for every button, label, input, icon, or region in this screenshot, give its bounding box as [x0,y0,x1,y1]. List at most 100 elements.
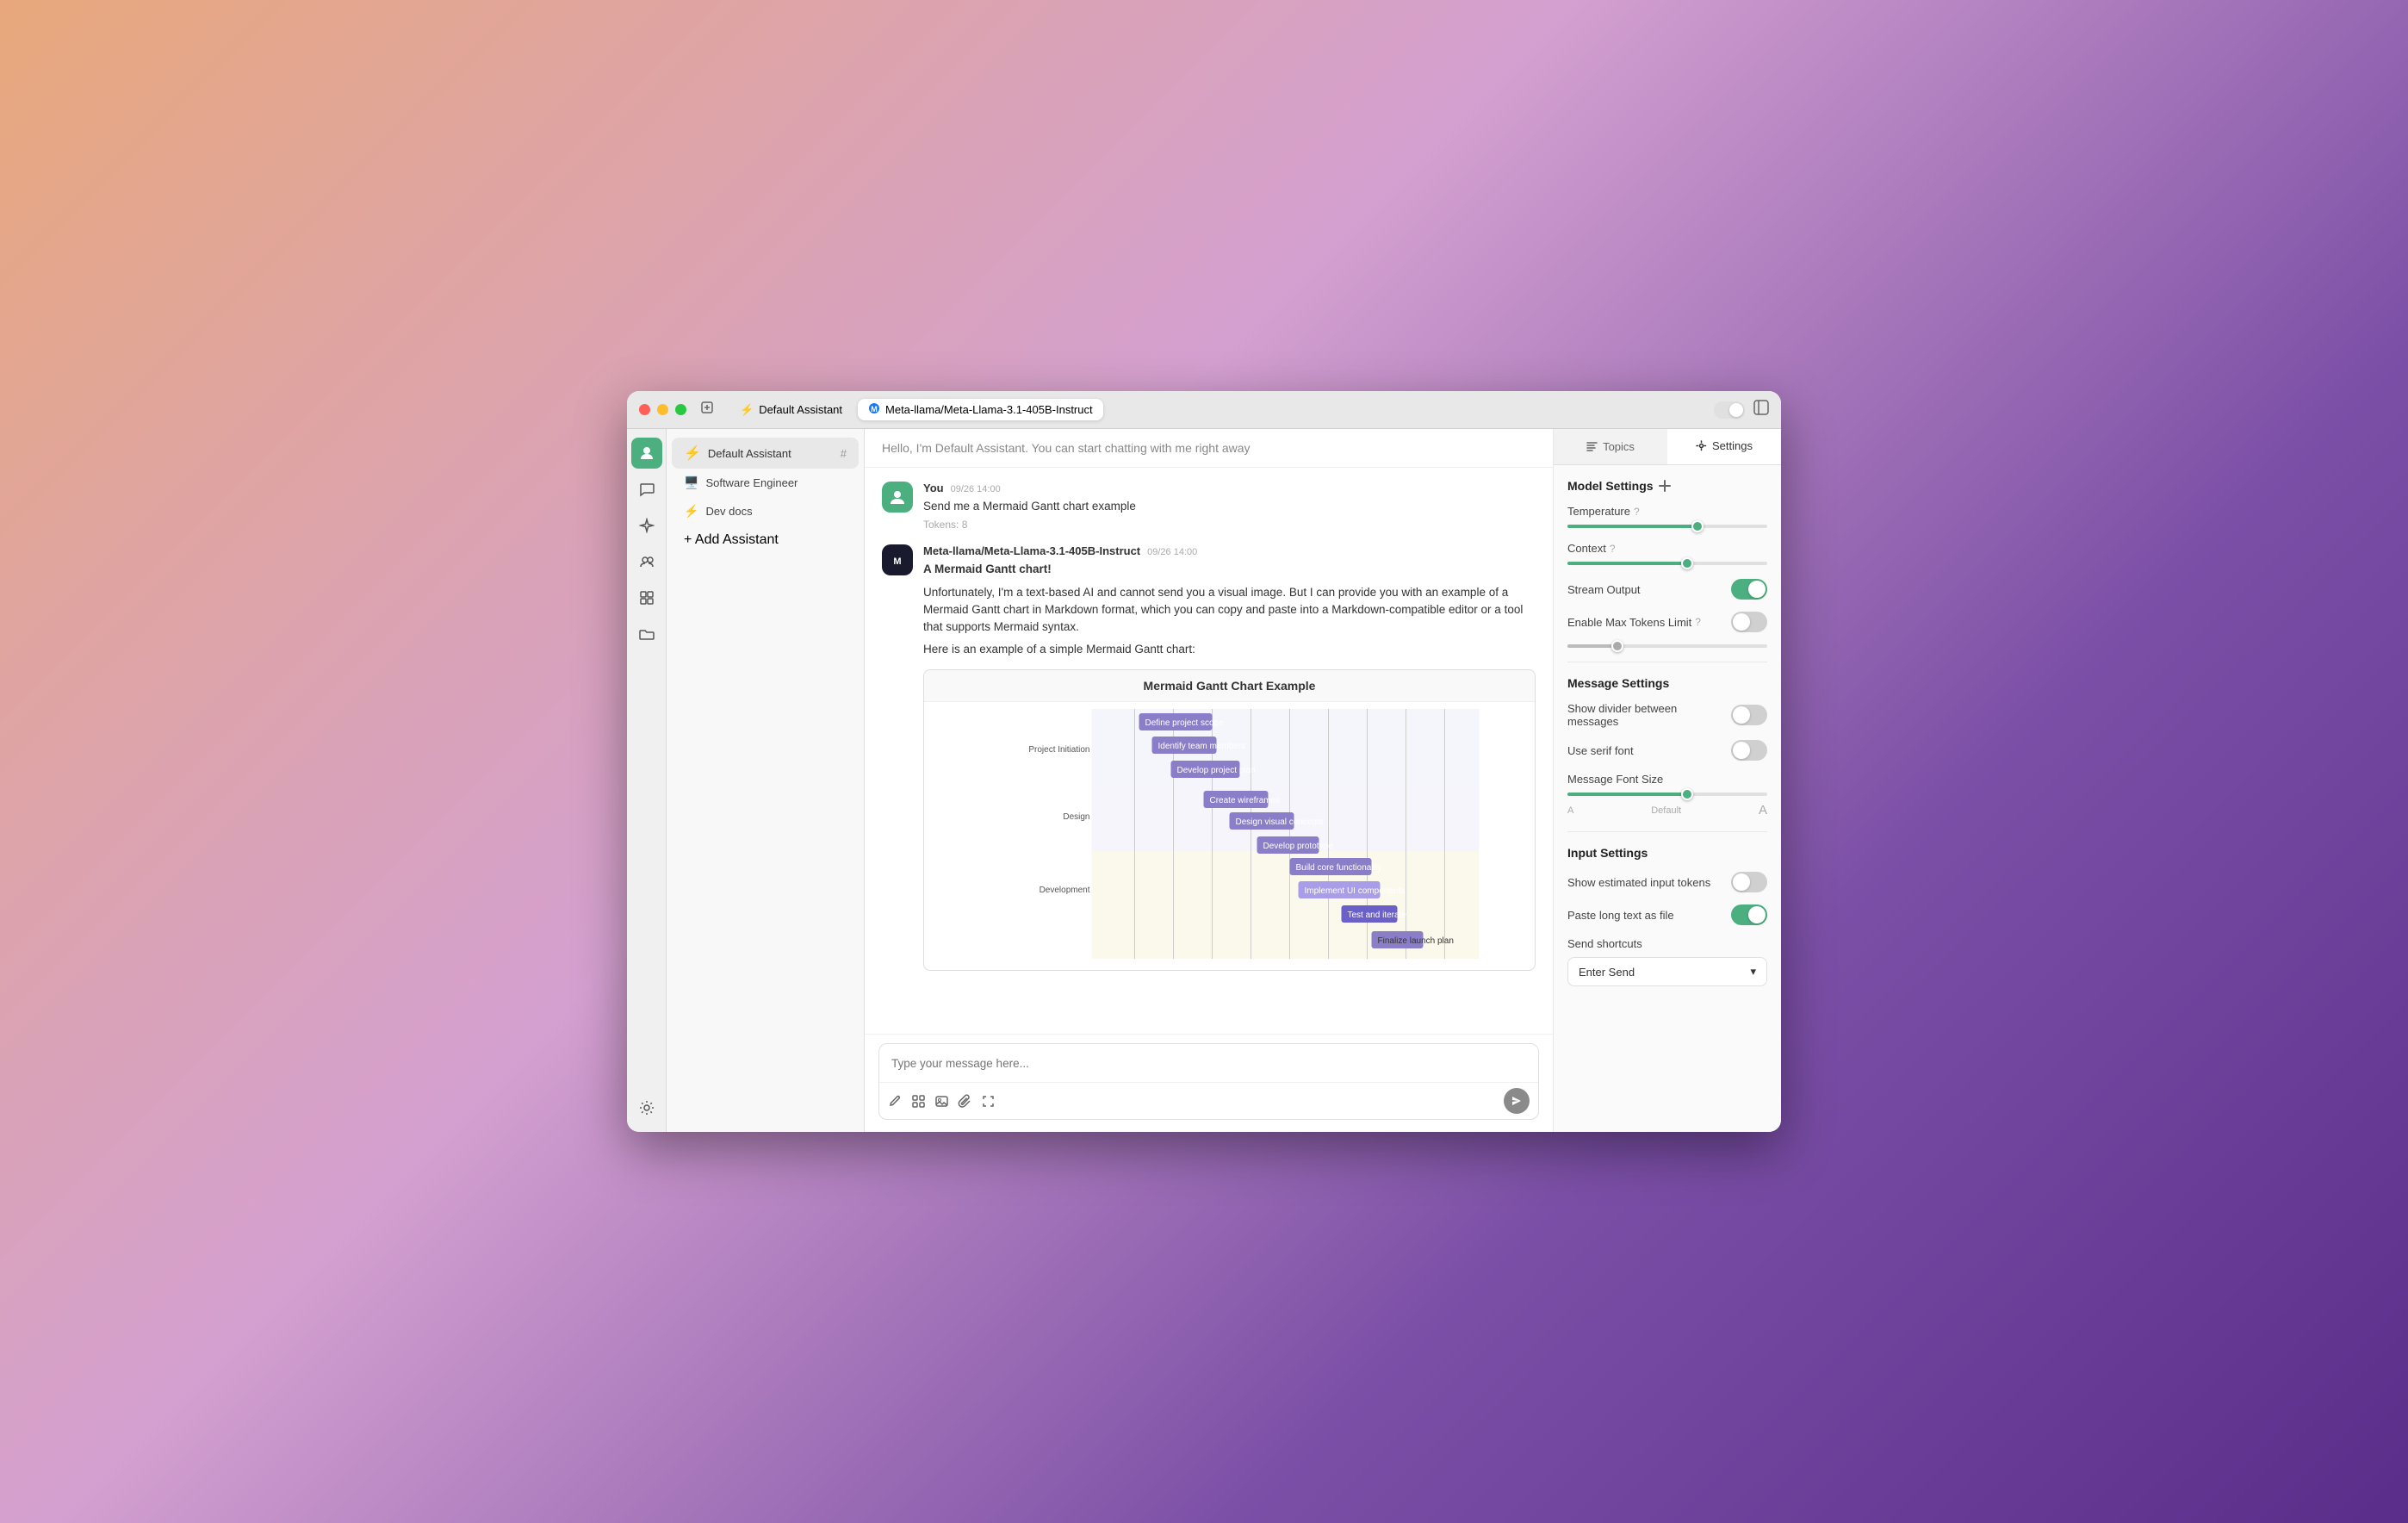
paste-as-file-label: Paste long text as file [1567,909,1674,922]
font-size-small-label: A [1567,805,1573,816]
temperature-row: Temperature ? [1567,505,1767,528]
send-shortcuts-dropdown[interactable]: Enter Send ▾ [1567,957,1767,986]
user-message-body: You 09/26 14:00 Send me a Mermaid Gantt … [923,482,1536,531]
tab-default-assistant[interactable]: ⚡ Default Assistant [729,400,853,420]
user-message-name: You [923,482,944,494]
chat-input[interactable] [879,1044,1538,1082]
gantt-body: Define project scope Project Initiation … [924,702,1535,970]
svg-text:Develop project plan: Develop project plan [1177,766,1256,775]
main-window: ⚡ Default Assistant M Meta-llama/Meta-Ll… [627,391,1781,1132]
attach-icon[interactable] [958,1094,972,1109]
tab-settings[interactable]: Settings [1667,429,1781,464]
tab-meta-llama[interactable]: M Meta-llama/Meta-Llama-3.1-405B-Instruc… [858,399,1103,420]
sidebar-item-grid[interactable] [631,582,662,613]
stream-output-toggle[interactable] [1731,579,1767,600]
chat-name-devdocs: Dev docs [705,505,752,518]
tab-topics[interactable]: Topics [1554,429,1667,464]
edit-icon[interactable] [888,1094,903,1109]
add-assistant-button[interactable]: + Add Assistant [672,525,859,555]
svg-text:Develop prototype: Develop prototype [1263,842,1334,851]
panel-icon[interactable] [1753,400,1769,420]
divider-messages-toggle[interactable] [1731,705,1767,725]
traffic-lights [639,404,686,415]
sidebar-item-folder[interactable] [631,619,662,650]
max-tokens-label: Enable Max Tokens Limit ? [1567,616,1701,629]
estimated-tokens-toggle[interactable] [1731,872,1767,892]
font-size-current-label: Default [1651,805,1681,816]
assistants-panel: ⚡ Default Assistant # 🖥️ Software Engine… [667,429,865,1132]
chat-messages: You 09/26 14:00 Send me a Mermaid Gantt … [865,468,1553,1034]
chevron-down-icon: ▾ [1750,965,1756,979]
context-help-icon: ? [1610,543,1616,555]
titlebar-tabs: ⚡ Default Assistant M Meta-llama/Meta-Ll… [729,399,1707,420]
send-shortcuts-section: Send shortcuts Enter Send ▾ [1567,937,1767,986]
sidebar-item-sparkle[interactable] [631,510,662,541]
svg-text:Define project scope: Define project scope [1145,718,1225,728]
font-size-slider[interactable] [1567,793,1767,796]
chat-software-engineer[interactable]: 🖥️ Software Engineer [672,469,859,497]
paste-as-file-toggle[interactable] [1731,904,1767,925]
svg-text:Implement UI components: Implement UI components [1305,886,1406,896]
chat-header-text: Hello, I'm Default Assistant. You can st… [882,441,1251,455]
svg-text:Identify team members: Identify team members [1158,742,1246,751]
message-user: You 09/26 14:00 Send me a Mermaid Gantt … [882,482,1536,531]
ai-message-body: Meta-llama/Meta-Llama-3.1-405B-Instruct … [923,544,1536,970]
chat-header: Hello, I'm Default Assistant. You can st… [865,429,1553,468]
model-settings-title: Model Settings [1567,479,1767,493]
font-size-label: Message Font Size [1567,773,1767,786]
settings-panel: Topics Settings Model Settings Temperatu… [1553,429,1781,1132]
chat-input-toolbar [879,1082,1538,1119]
maximize-button[interactable] [675,404,686,415]
font-size-labels-row: A Default A [1567,803,1767,817]
user-message-tokens: Tokens: 8 [923,519,1536,531]
gantt-svg: Define project scope Project Initiation … [924,709,1535,959]
tab2-icon: M [868,402,880,417]
ai-avatar: M [882,544,913,575]
assistant-hash: # [841,447,847,460]
sidebar-item-settings[interactable] [631,1092,662,1123]
svg-text:M: M [871,405,878,413]
ai-message-body-text: Unfortunately, I'm a text-based AI and c… [923,584,1536,637]
chat-dev-docs[interactable]: ⚡ Dev docs [672,497,859,525]
svg-text:Development: Development [1040,886,1090,895]
send-button[interactable] [1504,1088,1530,1114]
template-icon[interactable] [911,1094,926,1109]
max-tokens-row: Enable Max Tokens Limit ? [1567,612,1767,632]
image-icon[interactable] [934,1094,949,1109]
tab1-label: Default Assistant [759,403,842,416]
tab2-label: Meta-llama/Meta-Llama-3.1-405B-Instruct [885,403,1093,416]
minimize-button[interactable] [657,404,668,415]
svg-text:Project Initiation: Project Initiation [1028,745,1089,755]
user-avatar [882,482,913,513]
estimated-tokens-label: Show estimated input tokens [1567,876,1710,889]
add-assistant-text: + Add Assistant [684,532,779,548]
ai-message-time: 09/26 14:00 [1147,547,1197,557]
temperature-help-icon: ? [1634,506,1640,518]
max-tokens-slider-row [1567,644,1767,648]
context-slider[interactable] [1567,562,1767,565]
temperature-slider[interactable] [1567,525,1767,528]
left-sidebar [627,429,667,1132]
estimated-tokens-row: Show estimated input tokens [1567,872,1767,892]
settings-content: Model Settings Temperature ? Conte [1554,465,1781,1000]
serif-font-toggle[interactable] [1731,740,1767,761]
expand-icon[interactable] [981,1094,996,1109]
context-row: Context ? [1567,542,1767,565]
send-shortcuts-value: Enter Send [1579,966,1635,979]
assistant-default[interactable]: ⚡ Default Assistant # [672,438,859,469]
serif-font-row: Use serif font [1567,740,1767,761]
theme-toggle[interactable]: ☀️ [1714,401,1745,419]
sidebar-item-chat[interactable] [631,474,662,505]
sidebar-item-persona[interactable] [631,546,662,577]
close-button[interactable] [639,404,650,415]
ai-message-header: Meta-llama/Meta-Llama-3.1-405B-Instruct … [923,544,1536,557]
compose-icon[interactable] [700,401,714,419]
stream-output-label: Stream Output [1567,583,1641,596]
send-shortcuts-label: Send shortcuts [1567,937,1767,950]
max-tokens-toggle[interactable] [1731,612,1767,632]
chat-input-box [878,1043,1539,1120]
sidebar-item-user[interactable] [631,438,662,469]
assistant-name: Default Assistant [708,447,791,460]
settings-tabs: Topics Settings [1554,429,1781,465]
chat-icon-devdocs: ⚡ [684,504,698,519]
